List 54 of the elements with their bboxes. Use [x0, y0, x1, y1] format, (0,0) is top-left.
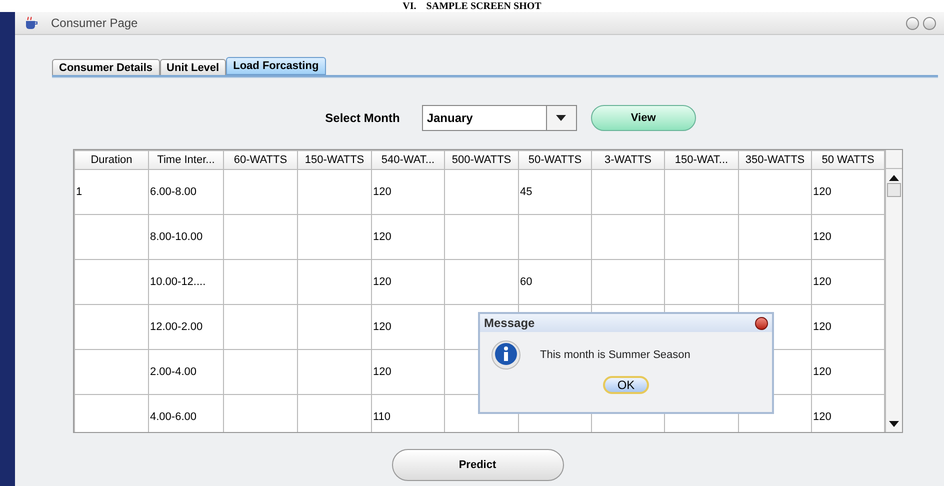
table-cell: 120: [813, 186, 832, 198]
table-cell: 120: [373, 276, 392, 288]
table-cell: 120: [373, 230, 392, 243]
table-cell: 8.00-10.00: [150, 230, 203, 243]
table-cell: 120: [813, 366, 832, 378]
column-header[interactable]: Duration: [74, 150, 148, 170]
table-cell: 1: [76, 186, 82, 198]
column-header[interactable]: 50-WATTS: [518, 150, 592, 170]
column-header[interactable]: 500-WATTS: [444, 150, 518, 170]
page-heading: VI. SAMPLE SCREEN SHOT: [402, 1, 542, 12]
cup-icon: [23, 16, 39, 30]
table-cell: 12.00-2.00: [150, 320, 203, 333]
scroll-up-icon[interactable]: [889, 175, 899, 181]
dropdown-arrow-icon: [556, 115, 566, 121]
table-cell: 4.00-6.00: [150, 410, 196, 423]
column-header[interactable]: 540-WAT...: [372, 150, 444, 170]
table-cell: 120: [813, 230, 832, 243]
scroll-thumb[interactable]: [887, 183, 901, 197]
column-header[interactable]: 3-WATTS: [592, 150, 664, 170]
table-cell: 120: [373, 186, 392, 198]
tab[interactable]: Unit Level: [160, 59, 226, 75]
table-cell: 6.00-8.00: [150, 186, 196, 198]
table-cell: 110: [373, 410, 391, 423]
dialog-message: This month is Summer Season: [540, 348, 690, 363]
table-cell: 45: [520, 186, 532, 198]
info-icon: [490, 340, 522, 370]
table-cell: 120: [373, 320, 392, 333]
table-cell: 10.00-12....: [150, 276, 206, 288]
column-header[interactable]: 150-WATTS: [298, 150, 372, 170]
maximize-button[interactable]: [923, 16, 936, 30]
ok-button[interactable]: OK: [603, 376, 649, 394]
column-header[interactable]: 150-WAT...: [664, 150, 738, 170]
close-button[interactable]: [755, 316, 768, 330]
tab[interactable]: Consumer Details: [52, 59, 160, 75]
scroll-down-icon[interactable]: [889, 421, 899, 427]
tab[interactable]: Load Forcasting: [226, 57, 326, 75]
window-title: Consumer Page: [51, 15, 138, 32]
table-cell: 120: [813, 276, 832, 288]
month-dropdown[interactable]: January: [422, 105, 577, 131]
column-header[interactable]: Time Inter...: [148, 150, 224, 170]
dialog-title: Message: [484, 315, 535, 332]
table-cell: 120: [373, 366, 392, 378]
view-button[interactable]: View: [590, 105, 696, 131]
table-cell: 2.00-4.00: [150, 366, 196, 378]
table-cell: 60: [520, 276, 532, 288]
table-cell: 120: [813, 320, 832, 333]
column-header[interactable]: 60-WATTS: [224, 150, 298, 170]
table-cell: 120: [813, 410, 832, 423]
predict-button[interactable]: Predict: [392, 449, 564, 481]
minimize-button[interactable]: [906, 16, 919, 30]
month-label: Select Month: [325, 110, 400, 127]
scrollbar[interactable]: [885, 150, 902, 432]
column-header[interactable]: 50 WATTS: [812, 150, 884, 170]
column-header[interactable]: 350-WATTS: [738, 150, 812, 170]
